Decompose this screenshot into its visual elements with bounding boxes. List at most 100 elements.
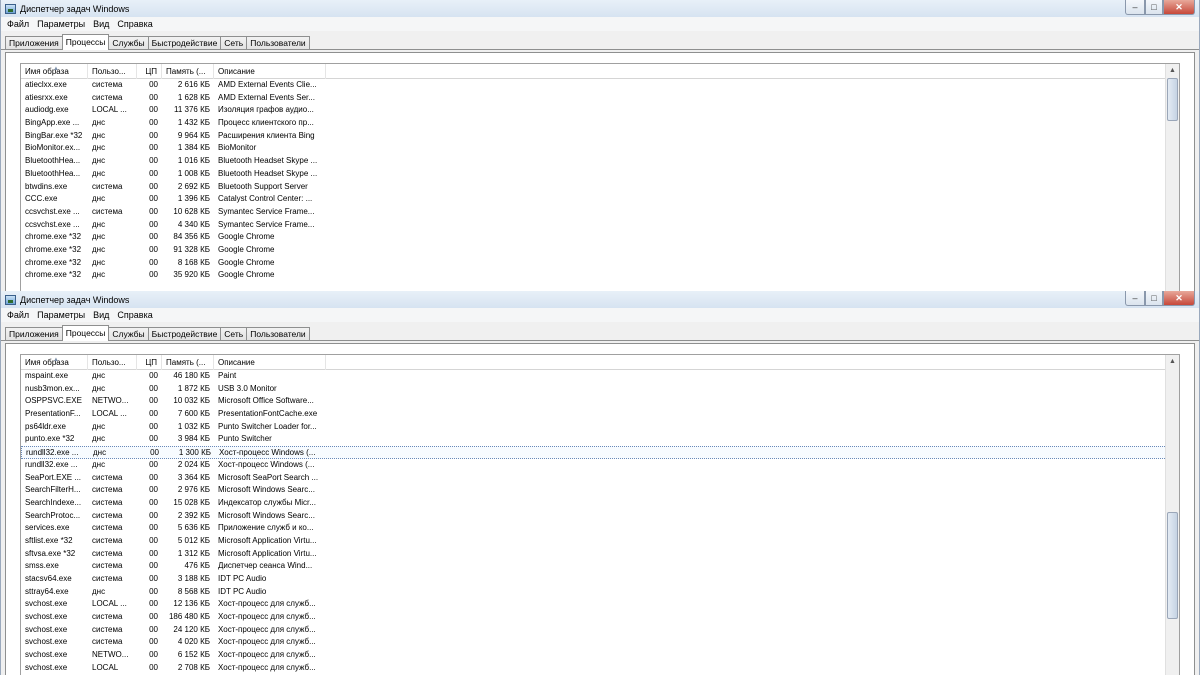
table-row[interactable]: stacsv64.exe система 00 3 188 КБ IDT PC Audi…	[21, 573, 1179, 586]
scroll-up-arrow-icon[interactable]: ▲	[1166, 64, 1179, 78]
row-memory: 12 136 КБ	[173, 599, 210, 609]
table-row[interactable]: svchost.exe LOCAL 00 2 708 КБ Хост-процесс д…	[21, 662, 1179, 675]
tab-users[interactable]: Пользователи	[246, 36, 310, 49]
menu-options[interactable]: Параметры	[33, 19, 89, 29]
tab-performance[interactable]: Быстродействие	[147, 327, 222, 340]
menu-file[interactable]: Файл	[3, 19, 33, 29]
column-image-name[interactable]: ▲ Имя образа	[21, 64, 88, 79]
table-row[interactable]: sftvsa.exe *32 система 00 1 312 КБ Microsoft…	[21, 548, 1179, 561]
table-row[interactable]: SearchIndexe... система 00 15 028 КБ Индекса…	[21, 497, 1179, 510]
row-image-name: svchost.exe	[25, 650, 68, 660]
tab-processes[interactable]: Процессы	[61, 325, 110, 341]
table-row[interactable]: ccsvchst.exe ... система 00 10 628 КБ Symant…	[21, 206, 1179, 219]
scroll-thumb[interactable]	[1167, 512, 1178, 620]
table-row[interactable]: mspaint.exe днс 00 46 180 КБ Paint	[21, 370, 1179, 383]
row-user: днс	[93, 448, 107, 458]
table-row[interactable]: BingApp.exe ... днс 00 1 432 КБ Процесс клие…	[21, 117, 1179, 130]
table-row[interactable]: svchost.exe LOCAL ... 00 12 136 КБ Хост-проц…	[21, 598, 1179, 611]
table-row[interactable]: rundll32.exe ... днс 00 1 300 КБ Хост-процес…	[21, 446, 1179, 459]
column-description[interactable]: Описание	[214, 64, 326, 79]
menu-view[interactable]: Вид	[89, 19, 113, 29]
table-row[interactable]: SeaPort.EXE ... система 00 3 364 КБ Microsof…	[21, 472, 1179, 485]
title-bar[interactable]: Диспетчер задач Windows ‒ □ ✕	[1, 0, 1199, 17]
row-image-name: svchost.exe	[25, 662, 68, 672]
menu-view[interactable]: Вид	[89, 310, 113, 320]
table-row[interactable]: punto.exe *32 днс 00 3 984 КБ Punto Switcher	[21, 433, 1179, 446]
tab-network[interactable]: Сеть	[220, 36, 248, 49]
table-row[interactable]: atieclxx.exe система 00 2 616 КБ AMD Externa…	[21, 79, 1179, 92]
table-row[interactable]: ccsvchst.exe ... днс 00 4 340 КБ Symantec Se…	[21, 219, 1179, 232]
table-row[interactable]: svchost.exe NETWO... 00 6 152 КБ Хост-процес…	[21, 649, 1179, 662]
table-row[interactable]: chrome.exe *32 днс 00 8 168 КБ Google Chrome	[21, 257, 1179, 270]
close-button[interactable]: ✕	[1163, 0, 1195, 15]
table-row[interactable]: BingBar.exe *32 днс 00 9 964 КБ Расширения к…	[21, 130, 1179, 143]
table-row[interactable]: btwdins.exe система 00 2 692 КБ Bluetooth Su…	[21, 181, 1179, 194]
table-row[interactable]: PresentationF... LOCAL ... 00 7 600 КБ Prese…	[21, 408, 1179, 421]
table-row[interactable]: svchost.exe система 00 4 020 КБ Хост-процесс…	[21, 636, 1179, 649]
table-row[interactable]: SearchProtoc... система 00 2 392 КБ Microsof…	[21, 510, 1179, 523]
row-image-name: sttray64.exe	[25, 586, 69, 596]
column-image-name[interactable]: ▲ Имя образа	[21, 355, 88, 370]
task-manager-icon	[5, 294, 16, 305]
table-row[interactable]: SearchFilterH... система 00 2 976 КБ Microso…	[21, 484, 1179, 497]
menu-options[interactable]: Параметры	[33, 310, 89, 320]
table-row[interactable]: atiesrxx.exe система 00 1 628 КБ AMD Externa…	[21, 92, 1179, 105]
table-row[interactable]: BioMonitor.ex... днс 00 1 384 КБ BioMonitor	[21, 142, 1179, 155]
tab-users[interactable]: Пользователи	[246, 327, 310, 340]
row-image-name: stacsv64.exe	[25, 574, 72, 583]
menu-help[interactable]: Справка	[113, 310, 156, 320]
row-cpu: 00	[149, 118, 158, 128]
tab-processes[interactable]: Процессы	[61, 34, 110, 50]
table-row[interactable]: BluetoothHea... днс 00 1 008 КБ Bluetooth He…	[21, 168, 1179, 181]
process-list[interactable]: ▲ Имя образа Пользо... ЦП Память (... Опи…	[20, 63, 1180, 291]
table-row[interactable]: audiodg.exe LOCAL ... 00 11 376 КБ Изоляция …	[21, 104, 1179, 117]
close-button[interactable]: ✕	[1163, 291, 1195, 306]
maximize-button[interactable]: □	[1145, 0, 1163, 15]
table-row[interactable]: BluetoothHea... днс 00 1 016 КБ Bluetooth He…	[21, 155, 1179, 168]
table-row[interactable]: chrome.exe *32 днс 00 84 356 КБ Google Chrom…	[21, 231, 1179, 244]
table-row[interactable]: services.exe система 00 5 636 КБ Приложение …	[21, 522, 1179, 535]
column-memory[interactable]: Память (...	[162, 64, 214, 79]
minimize-button[interactable]: ‒	[1125, 0, 1145, 15]
vertical-scrollbar[interactable]: ▲	[1165, 64, 1179, 291]
table-row[interactable]: ps64ldr.exe днс 00 1 032 КБ Punto Switcher L…	[21, 421, 1179, 434]
row-description: Punto Switcher	[218, 434, 272, 444]
column-cpu[interactable]: ЦП	[137, 355, 162, 370]
tab-services[interactable]: Службы	[108, 36, 149, 49]
table-row[interactable]: svchost.exe система 00 186 480 КБ Хост-проце…	[21, 611, 1179, 624]
vertical-scrollbar[interactable]: ▲	[1165, 355, 1179, 675]
process-list[interactable]: ▲ Имя образа Пользо... ЦП Память (... Опи…	[20, 354, 1180, 675]
table-row[interactable]: nusb3mon.ex... днс 00 1 872 КБ USB 3.0 Monit…	[21, 383, 1179, 396]
title-bar[interactable]: Диспетчер задач Windows ‒ □ ✕	[1, 291, 1199, 308]
row-cpu: 00	[149, 650, 158, 660]
table-row[interactable]: rundll32.exe ... днс 00 2 024 КБ Хост-процес…	[21, 459, 1179, 472]
tab-applications[interactable]: Приложения	[5, 327, 63, 340]
menu-help[interactable]: Справка	[113, 19, 156, 29]
column-cpu[interactable]: ЦП	[137, 64, 162, 79]
menu-file[interactable]: Файл	[3, 310, 33, 320]
table-row[interactable]: svchost.exe система 00 24 120 КБ Хост-процес…	[21, 624, 1179, 637]
column-user[interactable]: Пользо...	[88, 355, 137, 370]
row-user: LOCAL ...	[92, 409, 127, 419]
table-row[interactable]: chrome.exe *32 днс 00 35 920 КБ Google Chrom…	[21, 269, 1179, 282]
table-row[interactable]: chrome.exe *32 днс 00 91 328 КБ Google Chrom…	[21, 244, 1179, 257]
tab-network[interactable]: Сеть	[220, 327, 248, 340]
table-row[interactable]: sttray64.exe днс 00 8 568 КБ IDT PC Audio	[21, 586, 1179, 599]
row-image-name: audiodg.exe	[25, 105, 69, 115]
scroll-up-arrow-icon[interactable]: ▲	[1166, 355, 1179, 369]
scroll-thumb[interactable]	[1167, 78, 1178, 121]
table-row[interactable]: CCC.exe днс 00 1 396 КБ Catalyst Control Cen…	[21, 193, 1179, 206]
column-user[interactable]: Пользо...	[88, 64, 137, 79]
table-row[interactable]: sftlist.exe *32 система 00 5 012 КБ Microsof…	[21, 535, 1179, 548]
minimize-button[interactable]: ‒	[1125, 291, 1145, 306]
row-description: Хост-процесс для служб...	[218, 637, 316, 647]
tab-services[interactable]: Службы	[108, 327, 149, 340]
table-row[interactable]: smss.exe система 00 476 КБ Диспетчер сеанса …	[21, 560, 1179, 573]
maximize-button[interactable]: □	[1145, 291, 1163, 306]
tab-applications[interactable]: Приложения	[5, 36, 63, 49]
table-row[interactable]: OSPPSVC.EXE NETWO... 00 10 032 КБ Microsoft …	[21, 395, 1179, 408]
tab-performance[interactable]: Быстродействие	[147, 36, 222, 49]
column-memory[interactable]: Память (...	[162, 355, 214, 370]
row-description: USB 3.0 Monitor	[218, 383, 277, 393]
column-description[interactable]: Описание	[214, 355, 326, 370]
